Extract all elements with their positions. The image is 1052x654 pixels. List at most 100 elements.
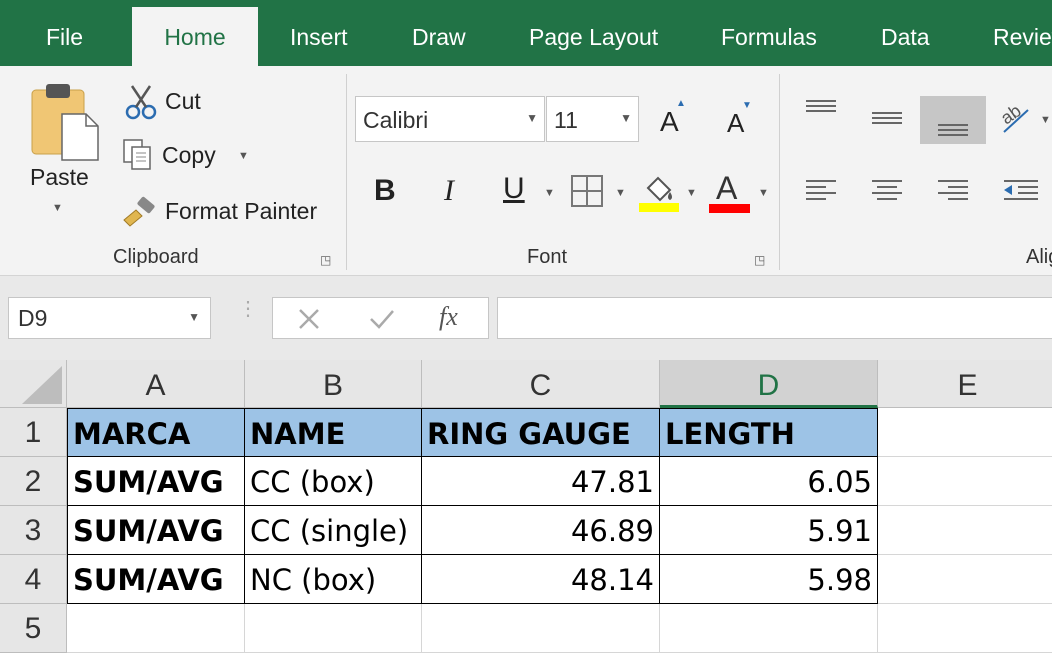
orientation-dropdown-arrow[interactable]: ▼ (1040, 114, 1051, 126)
cell-d3[interactable]: 5.91 (660, 506, 878, 555)
cut-button[interactable]: Cut (122, 84, 222, 120)
tab-file[interactable]: File (46, 0, 83, 66)
align-left-icon[interactable] (804, 178, 838, 204)
cell-a3[interactable]: SUM/AVG (67, 506, 245, 555)
cell-a2[interactable]: SUM/AVG (67, 457, 245, 506)
copy-button[interactable]: Copy ▼ (122, 138, 252, 174)
cell-b2[interactable]: CC (box) (245, 457, 422, 506)
scissors-icon (125, 85, 157, 120)
cell-d1[interactable]: LENGTH (660, 408, 878, 457)
tab-data[interactable]: Data (881, 0, 930, 66)
font-name-combo[interactable]: Calibri ▼ (355, 96, 545, 142)
clipboard-launcher-icon[interactable]: ◳ (320, 254, 332, 266)
column-header-b[interactable]: B (245, 360, 422, 408)
column-header-c[interactable]: C (422, 360, 660, 408)
cell-a5[interactable] (67, 604, 245, 653)
shrink-arrow-icon: ▼ (742, 100, 752, 111)
cell-c4[interactable]: 48.14 (422, 555, 660, 604)
font-launcher-icon[interactable]: ◳ (754, 254, 766, 266)
borders-icon[interactable] (570, 174, 604, 208)
cell-e2[interactable] (878, 457, 1052, 506)
chevron-down-icon[interactable]: ▼ (188, 310, 200, 324)
middle-align-icon[interactable] (870, 110, 904, 130)
fill-color-dropdown-arrow[interactable]: ▼ (686, 187, 697, 199)
paste-button[interactable]: Paste ▼ (14, 76, 100, 226)
row-header-5[interactable]: 5 (0, 604, 67, 653)
cell-c3[interactable]: 46.89 (422, 506, 660, 555)
grow-font-icon: A (660, 106, 679, 137)
cancel-icon[interactable] (297, 307, 321, 331)
column-header-e[interactable]: E (878, 360, 1052, 408)
copy-label: Copy (162, 142, 216, 168)
fill-color-icon[interactable] (638, 172, 680, 214)
ribbon-home: Paste ▼ Cut Copy ▼ Format Painter Clipbo… (0, 66, 1052, 276)
top-align-icon[interactable] (804, 98, 838, 118)
format-painter-button[interactable]: Format Painter (122, 194, 332, 230)
borders-dropdown-arrow[interactable]: ▼ (615, 187, 626, 199)
tab-review[interactable]: Review (993, 0, 1052, 66)
cell-b5[interactable] (245, 604, 422, 653)
decrease-indent-icon[interactable] (1002, 178, 1040, 204)
column-header-d[interactable]: D (660, 360, 878, 408)
shrink-font-button[interactable]: A (727, 108, 744, 139)
font-color-swatch (709, 204, 750, 213)
cell-d5[interactable] (660, 604, 878, 653)
paste-icon (31, 84, 99, 161)
font-name-value: Calibri (363, 107, 429, 133)
select-all-triangle-icon (22, 366, 62, 404)
grow-font-button[interactable]: A (660, 106, 679, 138)
cell-c1[interactable]: RING GAUGE (422, 408, 660, 457)
cell-e5[interactable] (878, 604, 1052, 653)
row-header-2[interactable]: 2 (0, 457, 67, 506)
cell-e1[interactable] (878, 408, 1052, 457)
italic-button[interactable]: I (444, 174, 454, 208)
formula-input[interactable] (497, 297, 1052, 339)
row-header-3[interactable]: 3 (0, 506, 67, 555)
insert-function-button[interactable]: fx (439, 302, 458, 332)
row-header-4[interactable]: 4 (0, 555, 67, 604)
tab-page-layout[interactable]: Page Layout (529, 0, 658, 66)
underline-dropdown-arrow[interactable]: ▼ (544, 187, 555, 199)
grow-arrow-icon: ▲ (676, 98, 686, 109)
cell-e4[interactable] (878, 555, 1052, 604)
bottom-align-button[interactable] (920, 96, 986, 144)
underline-button[interactable]: U (503, 172, 525, 206)
column-header-a[interactable]: A (67, 360, 245, 408)
cell-a1[interactable]: MARCA (67, 408, 245, 457)
grip-dots-icon[interactable]: ⋮ (238, 299, 258, 319)
tab-formulas[interactable]: Formulas (721, 0, 817, 66)
font-color-button[interactable]: A (716, 170, 737, 207)
tab-home[interactable]: Home (132, 7, 258, 66)
cell-b1[interactable]: NAME (245, 408, 422, 457)
orientation-icon[interactable]: ab (998, 96, 1038, 138)
cell-d2[interactable]: 6.05 (660, 457, 878, 506)
cell-b4[interactable]: NC (box) (245, 555, 422, 604)
shrink-font-icon: A (727, 108, 745, 138)
tab-draw[interactable]: Draw (412, 0, 466, 66)
cell-c5[interactable] (422, 604, 660, 653)
formula-buttons: fx (272, 297, 489, 339)
group-divider (346, 74, 347, 270)
paste-dropdown-arrow[interactable]: ▼ (52, 202, 63, 214)
font-size-combo[interactable]: 11 ▼ (546, 96, 639, 142)
select-all-corner[interactable] (0, 360, 67, 408)
cell-d4[interactable]: 5.98 (660, 555, 878, 604)
chevron-down-icon[interactable]: ▼ (526, 111, 538, 125)
enter-check-icon[interactable] (369, 307, 395, 331)
tab-insert[interactable]: Insert (290, 0, 348, 66)
format-painter-label: Format Painter (165, 198, 318, 224)
chevron-down-icon[interactable]: ▼ (620, 111, 632, 125)
cell-a4[interactable]: SUM/AVG (67, 555, 245, 604)
copy-dropdown-arrow[interactable]: ▼ (238, 150, 249, 162)
bold-button[interactable]: B (374, 174, 396, 208)
cell-c2[interactable]: 47.81 (422, 457, 660, 506)
ribbon-tab-bar: File Home Insert Draw Page Layout Formul… (0, 0, 1052, 66)
row-header-1[interactable]: 1 (0, 408, 67, 457)
font-color-dropdown-arrow[interactable]: ▼ (758, 187, 769, 199)
name-box[interactable]: D9 ▼ (8, 297, 211, 339)
cell-e3[interactable] (878, 506, 1052, 555)
cut-label: Cut (165, 88, 201, 114)
align-right-icon[interactable] (936, 178, 970, 204)
align-center-icon[interactable] (870, 178, 904, 204)
cell-b3[interactable]: CC (single) (245, 506, 422, 555)
